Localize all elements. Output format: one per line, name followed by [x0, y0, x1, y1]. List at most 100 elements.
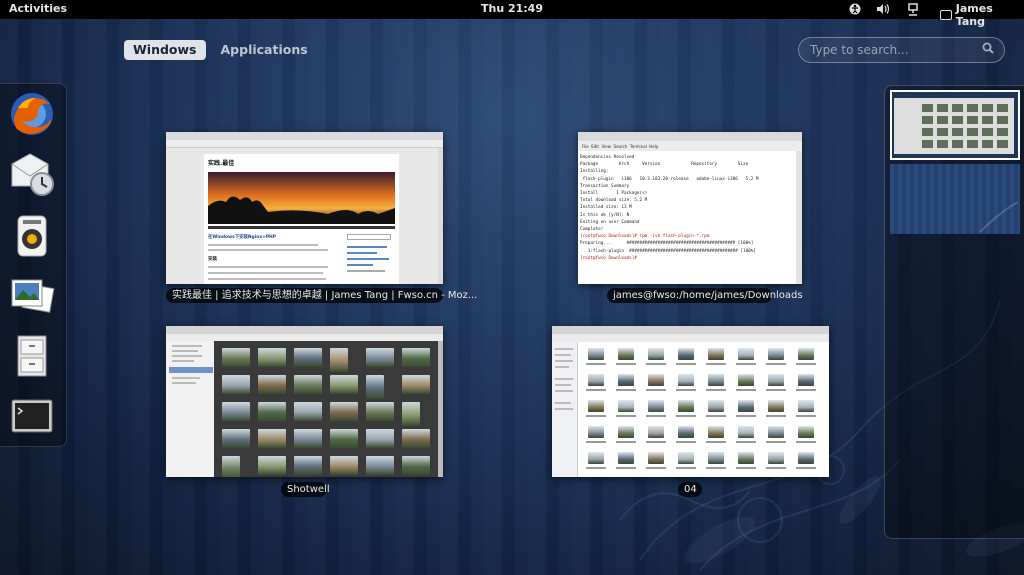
- photo-thumbnail[interactable]: [330, 348, 348, 372]
- mail-clock-icon[interactable]: [8, 150, 56, 198]
- photo-thumbnail[interactable]: [258, 375, 286, 394]
- window-caption-terminal[interactable]: james@fwso:/home/james/Downloads: [607, 288, 803, 303]
- user-menu[interactable]: James Tang: [940, 2, 1024, 28]
- photo-thumbnail[interactable]: [330, 429, 358, 448]
- window-caption-firefox[interactable]: 实践最佳 | 追求技术与思想的卓越 | James Tang | Fwso.cn…: [166, 288, 477, 303]
- photo-thumbnail[interactable]: [402, 456, 430, 475]
- firefox-icon[interactable]: [8, 90, 56, 138]
- scrollbar[interactable]: [438, 148, 443, 284]
- user-name: James Tang: [955, 2, 993, 28]
- terminal-icon[interactable]: [8, 392, 56, 440]
- workspace-1[interactable]: [890, 90, 1020, 160]
- accessibility-icon[interactable]: [848, 2, 861, 16]
- photo-thumbnail[interactable]: [258, 429, 286, 448]
- clock[interactable]: Thu 21:49: [0, 2, 1024, 15]
- photo-thumbnail[interactable]: [366, 429, 394, 448]
- photo-thumbnail[interactable]: [258, 402, 286, 421]
- photo-thumbnail[interactable]: [366, 456, 394, 475]
- file-thumbnail[interactable]: [618, 374, 634, 386]
- file-thumbnail[interactable]: [678, 452, 694, 464]
- file-thumbnail[interactable]: [588, 400, 604, 412]
- window-thumbnail-terminal[interactable]: File Edit View Search Terminal Help Depe…: [578, 132, 802, 284]
- file-thumbnail[interactable]: [798, 348, 814, 360]
- photo-thumbnail[interactable]: [222, 348, 250, 367]
- photo-thumbnail[interactable]: [294, 375, 322, 394]
- file-thumbnail[interactable]: [798, 374, 814, 386]
- file-thumbnail[interactable]: [708, 374, 724, 386]
- file-thumbnail[interactable]: [738, 374, 754, 386]
- file-thumbnail[interactable]: [768, 348, 784, 360]
- photo-thumbnail[interactable]: [258, 456, 286, 475]
- photo-thumbnail[interactable]: [366, 402, 394, 421]
- file-thumbnail[interactable]: [648, 452, 664, 464]
- window-thumbnail-file-manager[interactable]: [552, 326, 829, 477]
- photo-thumbnail[interactable]: [222, 375, 250, 394]
- file-thumbnail[interactable]: [678, 348, 694, 360]
- file-thumbnail[interactable]: [648, 426, 664, 438]
- photo-thumbnail[interactable]: [366, 348, 394, 367]
- file-thumbnail[interactable]: [588, 374, 604, 386]
- file-thumbnail[interactable]: [588, 426, 604, 438]
- photo-thumbnail[interactable]: [330, 402, 358, 421]
- workspace-mini-thumbnail: [997, 128, 1008, 136]
- file-thumbnail[interactable]: [678, 374, 694, 386]
- file-thumbnail[interactable]: [618, 426, 634, 438]
- photo-thumbnail[interactable]: [294, 456, 322, 475]
- file-thumbnail[interactable]: [618, 452, 634, 464]
- photo-thumbnail[interactable]: [222, 402, 250, 421]
- file-thumbnail[interactable]: [708, 426, 724, 438]
- file-thumbnail[interactable]: [708, 452, 724, 464]
- window-thumbnail-shotwell[interactable]: [166, 326, 443, 477]
- file-thumbnail[interactable]: [648, 348, 664, 360]
- file-thumbnail[interactable]: [738, 400, 754, 412]
- photo-thumbnail[interactable]: [402, 429, 430, 448]
- tab-applications[interactable]: Applications: [212, 40, 317, 60]
- file-thumbnail[interactable]: [648, 400, 664, 412]
- photo-thumbnail[interactable]: [222, 456, 240, 477]
- file-thumbnail[interactable]: [738, 452, 754, 464]
- file-thumbnail[interactable]: [618, 400, 634, 412]
- file-thumbnail[interactable]: [588, 452, 604, 464]
- window-caption-shotwell[interactable]: Shotwell: [281, 482, 330, 497]
- file-cabinet-icon[interactable]: [8, 332, 56, 380]
- file-thumbnail[interactable]: [768, 400, 784, 412]
- photo-thumbnail[interactable]: [402, 402, 420, 426]
- photo-thumbnail[interactable]: [330, 375, 358, 394]
- file-thumbnail[interactable]: [738, 426, 754, 438]
- file-thumbnail[interactable]: [738, 348, 754, 360]
- network-icon[interactable]: [906, 2, 919, 16]
- shotwell-scrollbar[interactable]: [438, 341, 443, 477]
- volume-icon[interactable]: [876, 2, 889, 16]
- file-thumbnail[interactable]: [768, 426, 784, 438]
- photo-thumbnail[interactable]: [294, 429, 322, 448]
- terminal-scrollbar[interactable]: [796, 151, 802, 284]
- file-thumbnail[interactable]: [798, 426, 814, 438]
- photo-thumbnail[interactable]: [294, 402, 322, 421]
- window-thumbnail-firefox[interactable]: 实践.最佳 在Windows下安装Nginx+PHP 安装: [166, 132, 443, 284]
- audio-player-icon[interactable]: [8, 212, 56, 260]
- photo-thumbnail[interactable]: [294, 348, 322, 367]
- photo-thumbnail[interactable]: [366, 375, 384, 399]
- file-thumbnail[interactable]: [588, 348, 604, 360]
- photo-thumbnail[interactable]: [222, 429, 250, 448]
- photo-thumbnail[interactable]: [330, 456, 358, 475]
- file-name-label: [736, 415, 756, 417]
- file-thumbnail[interactable]: [678, 426, 694, 438]
- photo-thumbnail[interactable]: [402, 375, 430, 394]
- file-thumbnail[interactable]: [618, 348, 634, 360]
- file-thumbnail[interactable]: [768, 374, 784, 386]
- file-thumbnail[interactable]: [648, 374, 664, 386]
- window-caption-file-manager[interactable]: 04: [678, 482, 702, 497]
- workspace-2[interactable]: [890, 164, 1020, 234]
- file-thumbnail[interactable]: [798, 400, 814, 412]
- file-thumbnail[interactable]: [768, 452, 784, 464]
- file-thumbnail[interactable]: [708, 400, 724, 412]
- file-thumbnail[interactable]: [708, 348, 724, 360]
- search-input[interactable]: Type to search...: [798, 37, 1005, 63]
- tab-windows[interactable]: Windows: [124, 40, 206, 60]
- file-thumbnail[interactable]: [678, 400, 694, 412]
- file-thumbnail[interactable]: [798, 452, 814, 464]
- photo-thumbnail[interactable]: [402, 348, 430, 367]
- photo-thumbnail[interactable]: [258, 348, 286, 367]
- photos-icon[interactable]: [8, 272, 56, 320]
